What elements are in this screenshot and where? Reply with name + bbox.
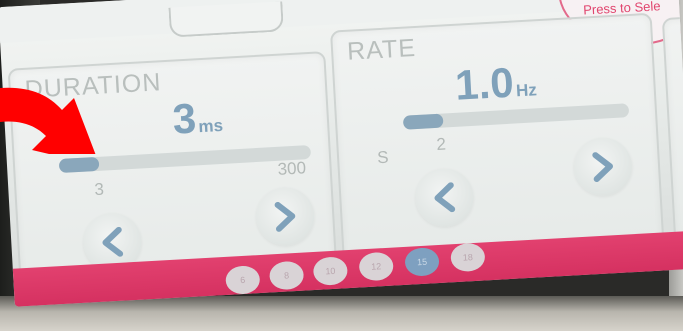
rate-s-label: S <box>376 147 390 168</box>
device-photo: Press to Sele DURATION 3ms 3 300 RATE 1.… <box>0 0 683 331</box>
duration-min-label: 3 <box>93 179 105 200</box>
rate-min-label: 2 <box>435 134 447 154</box>
next-panel-edge <box>661 16 683 242</box>
rate-slider-fill <box>402 113 444 130</box>
top-tab[interactable] <box>168 1 284 38</box>
rate-title: RATE <box>346 33 417 66</box>
rate-unit: Hz <box>515 80 538 101</box>
duration-value-number: 3 <box>171 94 198 143</box>
chevron-right-icon <box>274 201 296 232</box>
red-pointer-arrow-icon <box>0 87 96 154</box>
duration-value: 3ms <box>171 93 224 144</box>
rate-value-number: 1.0 <box>453 58 515 109</box>
chevron-left-icon <box>434 182 456 213</box>
rate-value: 1.0Hz <box>454 57 538 109</box>
chevron-right-icon <box>592 152 613 183</box>
duration-max-label: 300 <box>277 158 307 179</box>
duration-slider-fill <box>58 156 100 174</box>
duration-unit: ms <box>197 115 224 137</box>
chevron-left-icon <box>102 226 124 257</box>
